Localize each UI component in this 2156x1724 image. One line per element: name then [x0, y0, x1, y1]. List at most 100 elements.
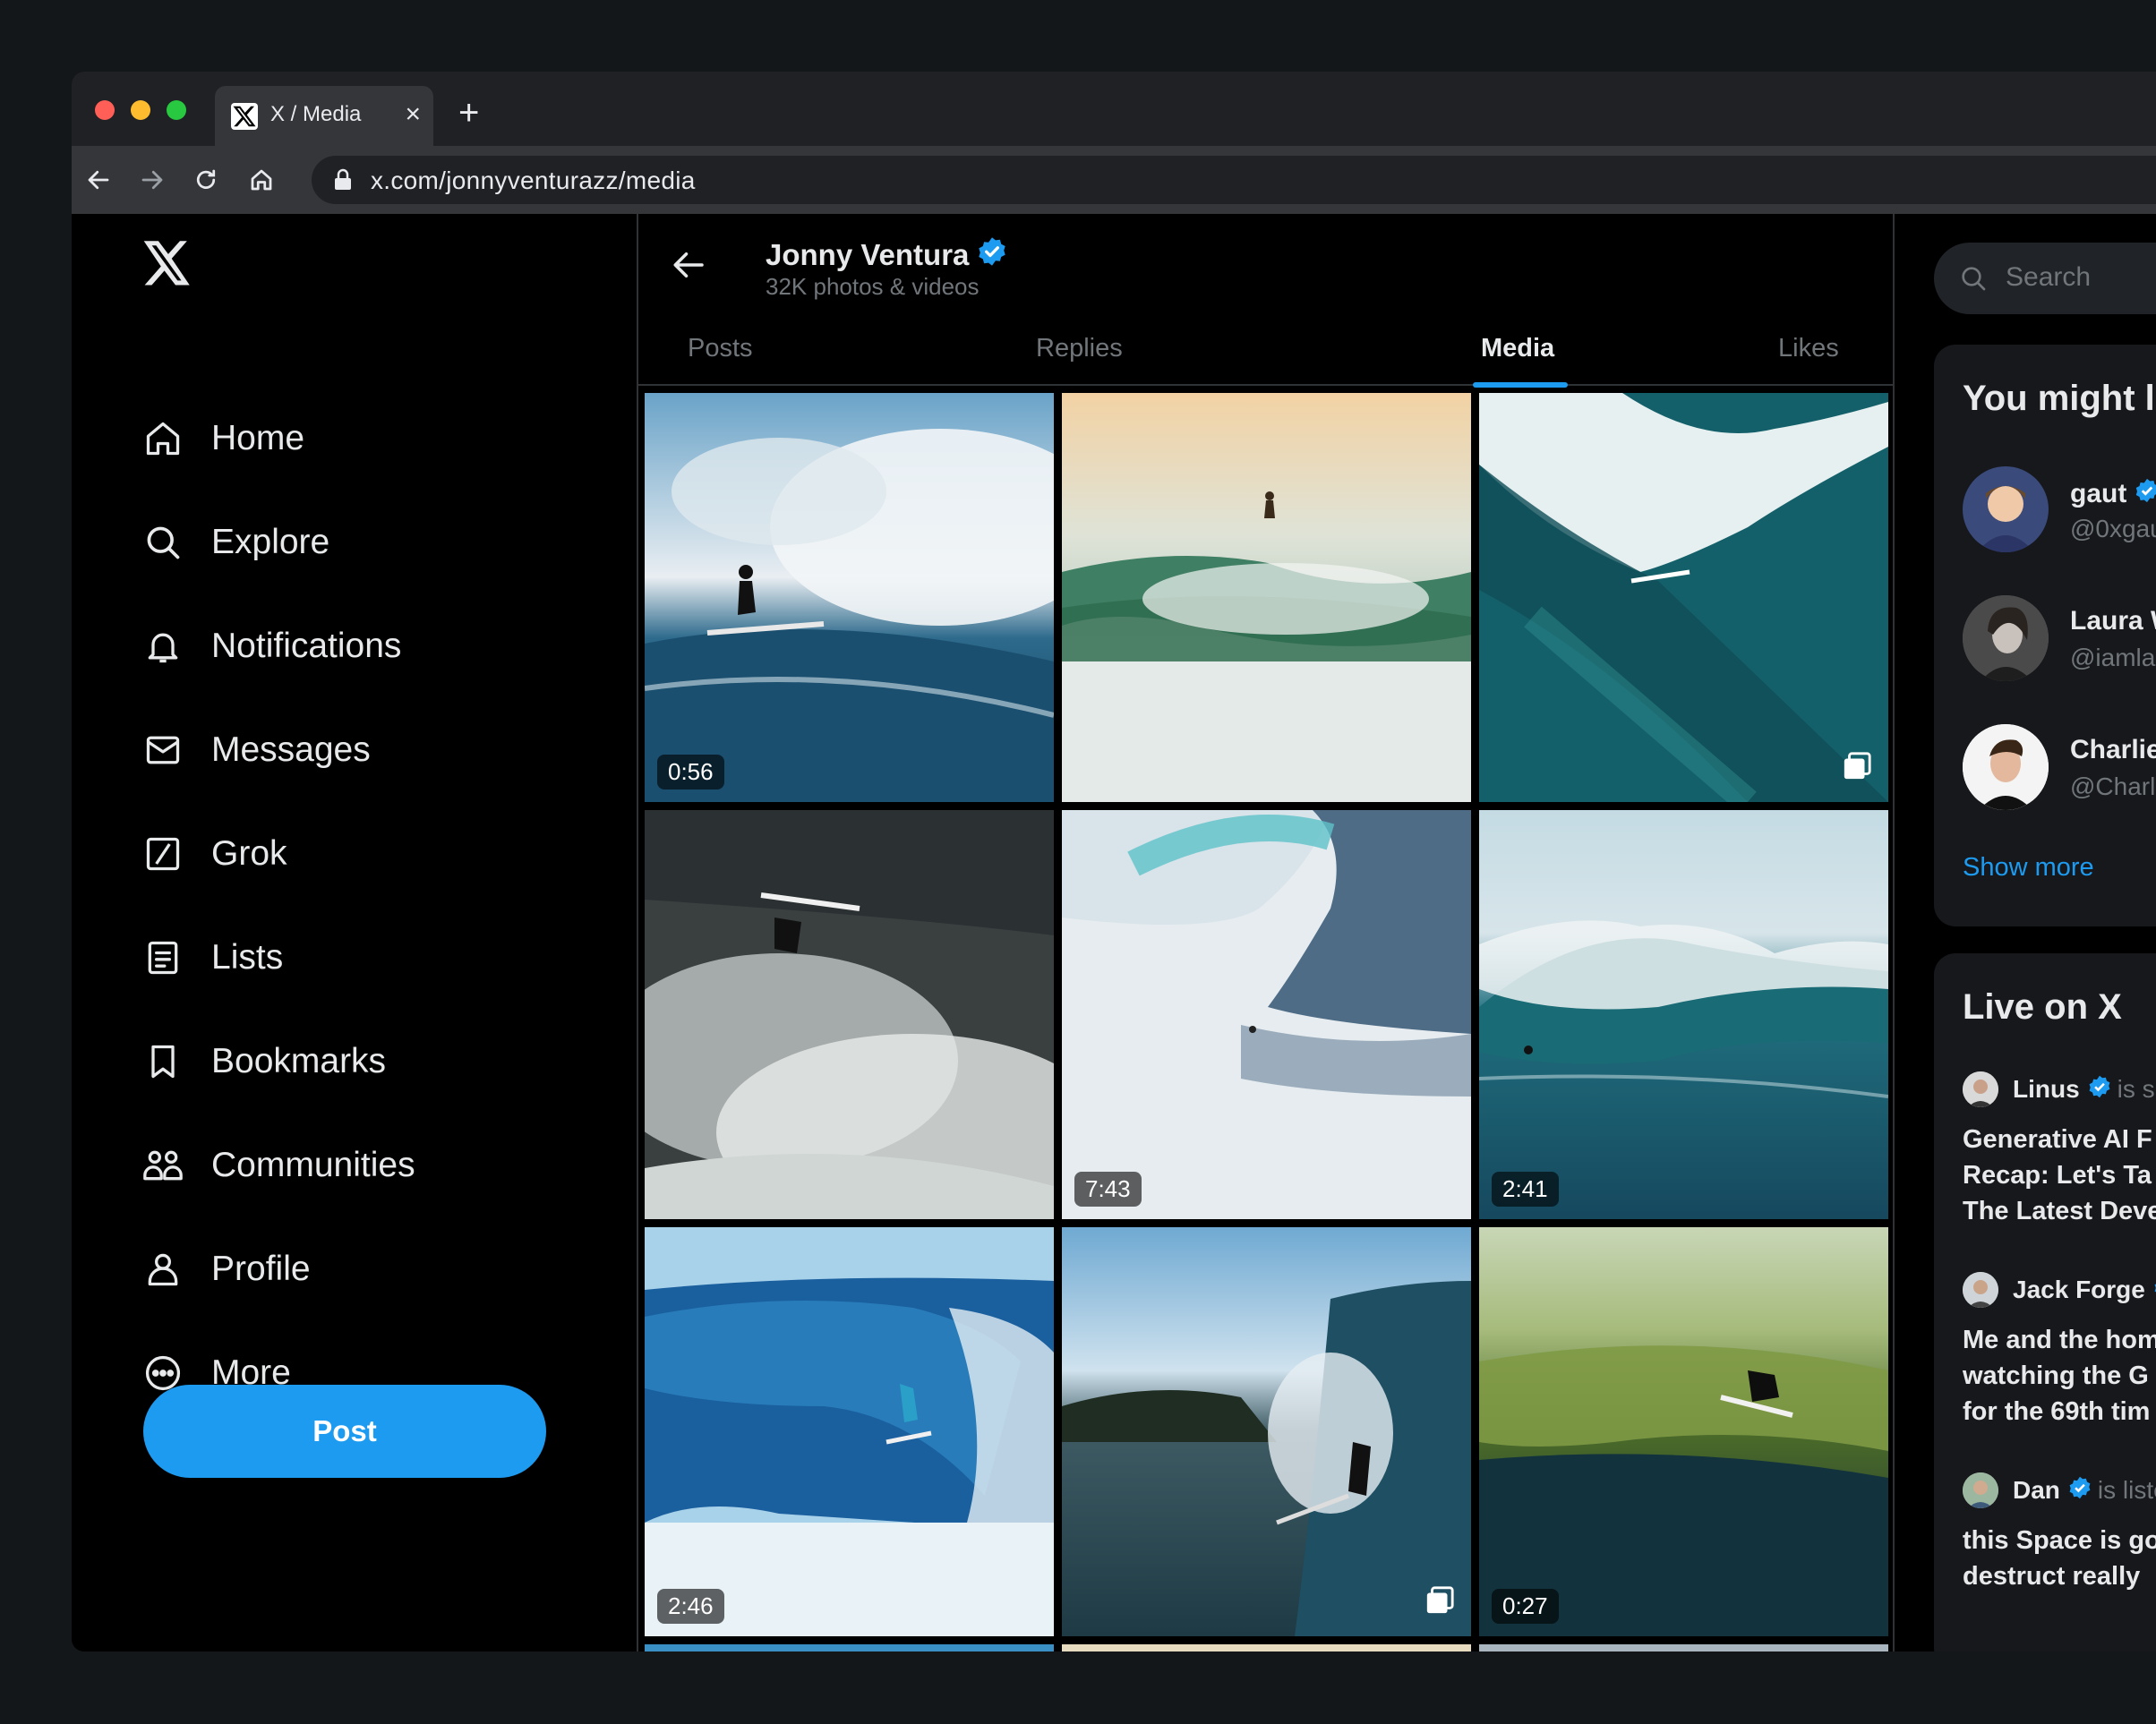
media-tile[interactable]	[645, 810, 1054, 1219]
tab-likes[interactable]: Likes	[1778, 334, 1839, 363]
nav-explore[interactable]: Explore	[141, 511, 329, 574]
user-handle: @0xgaut	[2070, 515, 2156, 542]
user-name[interactable]: Charlie	[2070, 735, 2156, 765]
live-status: is listening	[2097, 1476, 2156, 1504]
surf-photo-5	[1062, 810, 1471, 1219]
communities-icon	[141, 1144, 184, 1187]
nav-profile[interactable]: Profile	[141, 1238, 311, 1301]
back-arrow-icon[interactable]	[671, 246, 708, 288]
multiple-images-icon	[1842, 751, 1872, 786]
live-space-title[interactable]: Generative AI F Recap: Let's Ta The Late…	[1963, 1122, 2156, 1229]
media-tile[interactable]: 0:56	[645, 393, 1054, 802]
envelope-icon	[141, 729, 184, 772]
surf-photo-8	[1062, 1227, 1471, 1636]
home-browser-icon[interactable]	[245, 164, 278, 196]
post-button[interactable]: Post	[143, 1385, 546, 1478]
media-tile[interactable]: 7:43	[1062, 810, 1471, 1219]
tab-media[interactable]: Media	[1481, 334, 1554, 363]
nav-notifications[interactable]: Notifications	[141, 615, 401, 678]
tab-replies[interactable]: Replies	[1036, 334, 1123, 363]
forward-icon[interactable]	[136, 164, 168, 196]
active-tab-indicator	[1473, 382, 1568, 388]
grok-icon	[141, 832, 184, 875]
nav-label: Home	[211, 419, 305, 457]
user-handle: @Charlie	[2070, 772, 2156, 800]
surf-photo-6	[1479, 810, 1888, 1219]
user-name[interactable]: Laura W	[2070, 606, 2156, 636]
home-icon	[141, 417, 184, 460]
avatar[interactable]	[1963, 724, 2049, 810]
minimize-window-button[interactable]	[131, 100, 150, 120]
nav-label: Messages	[211, 730, 371, 769]
avatar[interactable]	[1963, 466, 2049, 552]
tab-title: X / Media	[270, 102, 362, 126]
media-tile[interactable]	[645, 1644, 1054, 1651]
profile-name: Jonny Ventura	[766, 235, 1008, 275]
right-sidebar: Search You might like gaut @0xgaut Lau	[1895, 214, 2156, 1651]
browser-toolbar: x.com/jonnyventurazz/media	[72, 146, 2156, 214]
main-column: Jonny Ventura 32K photos & videos Posts …	[637, 214, 1895, 1651]
multiple-images-icon	[1424, 1585, 1455, 1620]
video-duration-badge: 2:46	[657, 1589, 724, 1624]
media-tile[interactable]	[1062, 393, 1471, 802]
live-host-row[interactable]: Dan is listening	[1963, 1472, 2156, 1508]
avatar	[1963, 1472, 1998, 1508]
bookmark-icon	[141, 1040, 184, 1083]
profile-tabs: Posts Replies Media Likes	[638, 320, 1893, 388]
maximize-window-button[interactable]	[167, 100, 186, 120]
nav-label: Notifications	[211, 627, 402, 665]
search-placeholder: Search	[2006, 262, 2092, 292]
new-tab-button[interactable]: +	[458, 95, 479, 131]
search-input[interactable]: Search	[1934, 243, 2156, 314]
x-logo-icon[interactable]	[143, 241, 192, 290]
user-name[interactable]: gaut	[2070, 477, 2156, 511]
media-tile[interactable]	[1479, 1644, 1888, 1651]
media-tile[interactable]: 2:41	[1479, 810, 1888, 1219]
back-icon[interactable]	[82, 164, 115, 196]
live-space-title[interactable]: Me and the hom watching the G for the 69…	[1963, 1322, 2156, 1430]
avatar[interactable]	[1963, 595, 2049, 681]
live-text-line: destruct really	[1963, 1562, 2141, 1591]
live-host-row[interactable]: Linus is speaking	[1963, 1071, 2156, 1107]
media-tile[interactable]	[1062, 1644, 1471, 1651]
surf-photo-1	[645, 393, 1054, 802]
avatar	[1963, 1071, 1998, 1107]
video-duration-badge: 0:27	[1492, 1589, 1559, 1624]
live-host-name: Linus	[2013, 1075, 2080, 1103]
browser-tab[interactable]: X / Media ×	[215, 86, 433, 146]
search-icon	[1959, 264, 1988, 297]
live-host-name: Dan	[2013, 1476, 2060, 1504]
media-tile[interactable]	[1062, 1227, 1471, 1636]
live-host-row[interactable]: Jack Forge	[1963, 1272, 2156, 1308]
address-bar[interactable]: x.com/jonnyventurazz/media	[312, 156, 2156, 204]
tab-posts[interactable]: Posts	[688, 334, 753, 363]
surf-photo-9	[1479, 1227, 1888, 1636]
live-text-line: watching the G	[1963, 1361, 2149, 1390]
live-text-line: Recap: Let's Ta	[1963, 1161, 2152, 1190]
nav-label: Profile	[211, 1250, 311, 1288]
nav-communities[interactable]: Communities	[141, 1134, 415, 1197]
media-tile[interactable]: 2:46	[645, 1227, 1054, 1636]
nav-messages[interactable]: Messages	[141, 719, 371, 781]
nav-home[interactable]: Home	[141, 407, 304, 470]
verified-badge-icon	[2087, 1074, 2112, 1105]
verified-badge-icon	[2134, 477, 2156, 511]
nav-grok[interactable]: Grok	[141, 823, 287, 885]
show-more-link[interactable]: Show more	[1963, 853, 2094, 883]
person-icon	[141, 1248, 184, 1291]
reload-icon[interactable]	[190, 164, 222, 196]
nav-bookmarks[interactable]: Bookmarks	[141, 1030, 386, 1093]
close-window-button[interactable]	[95, 100, 115, 120]
media-tile[interactable]	[1479, 393, 1888, 802]
surf-photo-7	[645, 1227, 1054, 1636]
nav-label: Grok	[211, 834, 287, 873]
tab-close-icon[interactable]: ×	[405, 98, 421, 131]
live-host-name: Jack Forge	[2013, 1276, 2145, 1303]
avatar	[1963, 1272, 1998, 1308]
live-text-line: for the 69th tim	[1963, 1397, 2151, 1426]
video-duration-badge: 2:41	[1492, 1172, 1559, 1207]
nav-lists[interactable]: Lists	[141, 926, 283, 989]
live-status: is speaking	[2117, 1075, 2156, 1103]
live-space-title[interactable]: this Space is go destruct really	[1963, 1523, 2156, 1594]
media-tile[interactable]: 0:27	[1479, 1227, 1888, 1636]
